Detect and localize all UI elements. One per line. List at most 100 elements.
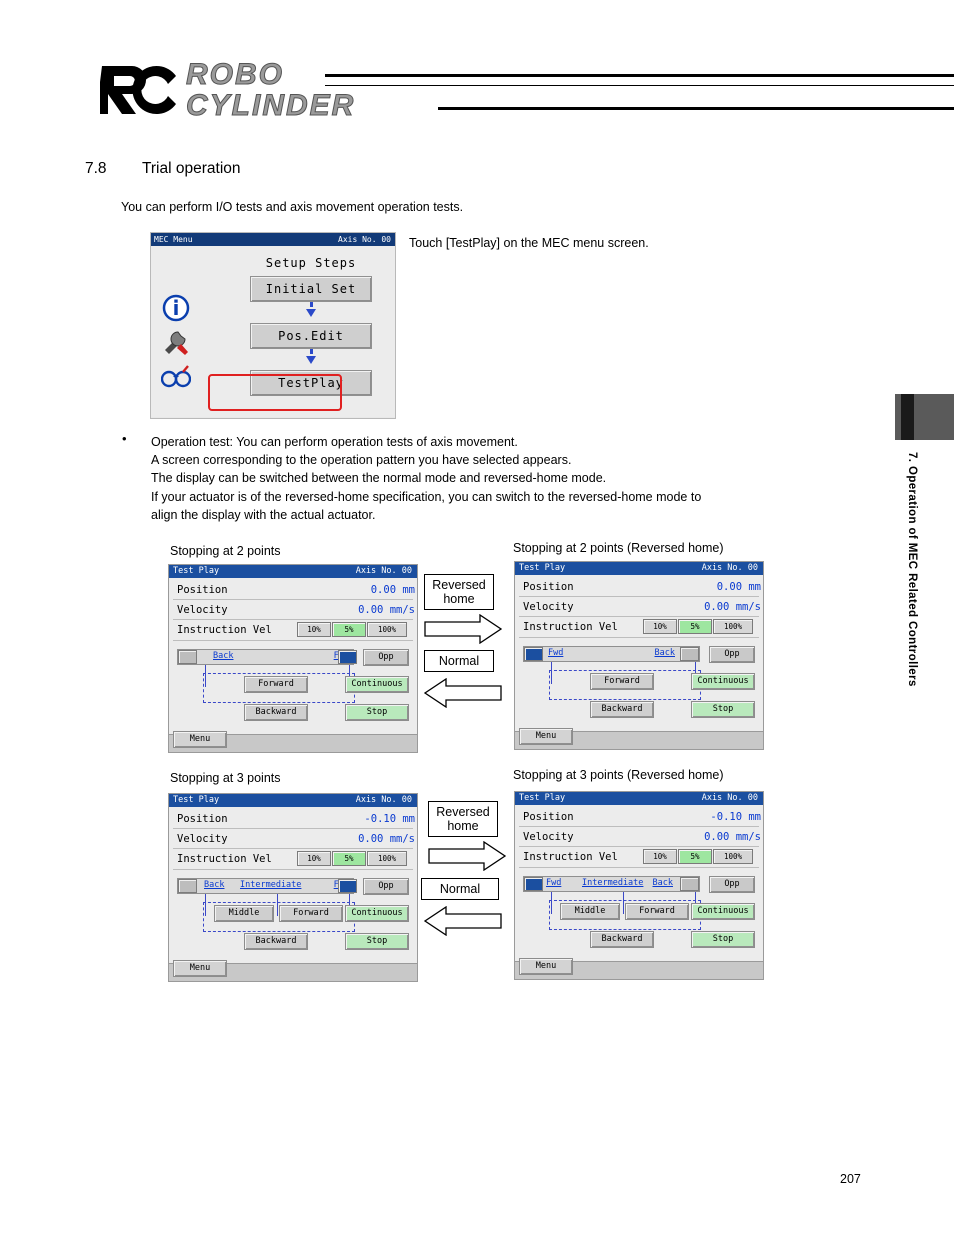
pct-button-100[interactable]: 100%	[713, 619, 753, 634]
row-position: Position -0.10 mm	[523, 811, 761, 823]
document-page: ROBO CYLINDER 7.8 Trial operation You ca…	[0, 0, 954, 1235]
divider-2	[173, 619, 413, 620]
button-backward[interactable]: Backward	[590, 931, 654, 948]
position-slider[interactable]: Back Intermediate Fwd	[177, 878, 357, 894]
slider-knob-right[interactable]	[338, 879, 357, 893]
slider-label-left: Fwd	[546, 878, 562, 888]
panel-title-bar: Test Play Axis No. 00	[515, 562, 763, 575]
button-continuous[interactable]: Continuous	[691, 673, 755, 690]
flow-arrow-stem-2	[309, 349, 313, 354]
panel-title-bar: Test Play Axis No. 00	[515, 792, 763, 805]
binoculars-icon[interactable]	[160, 362, 192, 390]
panel-three-points-normal: Test Play Axis No. 00 Position -0.10 mm …	[168, 793, 418, 982]
slider-label-middle: Intermediate	[582, 878, 644, 888]
arrow-to-normal-bottom-icon	[423, 905, 502, 937]
button-stop[interactable]: Stop	[691, 701, 755, 718]
pct-button-5[interactable]: 5%	[332, 622, 366, 637]
slider-knob-right[interactable]	[680, 877, 699, 891]
button-backward[interactable]: Backward	[244, 704, 308, 721]
pct-button-100[interactable]: 100%	[367, 851, 407, 866]
slider-label-left: Back	[204, 880, 225, 890]
button-backward[interactable]: Backward	[590, 701, 654, 718]
pct-button-10[interactable]: 10%	[297, 851, 331, 866]
button-menu[interactable]: Menu	[519, 958, 573, 975]
info-icon[interactable]	[161, 294, 191, 322]
button-menu[interactable]: Menu	[519, 728, 573, 745]
flow-arrow-2-icon	[306, 356, 316, 364]
divider-2	[173, 848, 413, 849]
pct-button-10[interactable]: 10%	[643, 849, 677, 864]
mec-menu-screen: MEC Menu Axis No. 00 Setup Steps Initial…	[150, 232, 396, 419]
slider-knob-left[interactable]	[178, 650, 197, 664]
row-position: Position 0.00 mm	[177, 584, 415, 596]
mec-button-initial-set[interactable]: Initial Set	[250, 276, 372, 302]
button-continuous[interactable]: Continuous	[691, 903, 755, 920]
wrench-icon[interactable]	[161, 328, 191, 356]
guide-vline-left	[205, 665, 206, 687]
button-opp[interactable]: Opp	[363, 878, 409, 895]
button-stop[interactable]: Stop	[691, 931, 755, 948]
pct-button-10[interactable]: 10%	[643, 619, 677, 634]
pct-button-100[interactable]: 100%	[367, 622, 407, 637]
label-instruction-vel: Instruction Vel	[177, 624, 272, 636]
mec-icon-column	[160, 294, 197, 396]
slider-knob-left[interactable]	[524, 877, 543, 891]
pct-button-100[interactable]: 100%	[713, 849, 753, 864]
panel-title-left: Test Play	[519, 563, 566, 573]
button-middle[interactable]: Middle	[560, 903, 620, 920]
divider-2	[519, 616, 759, 617]
value-velocity: 0.00 mm/s	[358, 604, 415, 616]
button-forward[interactable]: Forward	[244, 676, 308, 693]
position-slider[interactable]: Fwd Back	[523, 646, 700, 662]
row-instruction-vel: Instruction Vel	[177, 624, 272, 636]
touch-instruction: Touch [TestPlay] on the MEC menu screen.	[409, 236, 649, 250]
position-slider[interactable]: Fwd Intermediate Back	[523, 876, 700, 892]
brand-line-2: CYLINDER	[185, 89, 356, 122]
guide-vline-mid	[623, 892, 624, 914]
slider-knob-right[interactable]	[680, 647, 699, 661]
divider-1	[519, 826, 759, 827]
header-rule-mid	[325, 85, 954, 86]
button-menu[interactable]: Menu	[173, 731, 227, 748]
label-position: Position	[523, 581, 574, 593]
guide-vline-left	[551, 662, 552, 684]
pct-button-10[interactable]: 10%	[297, 622, 331, 637]
button-menu[interactable]: Menu	[173, 960, 227, 977]
button-stop[interactable]: Stop	[345, 704, 409, 721]
pct-button-5[interactable]: 5%	[678, 619, 712, 634]
slider-knob-left[interactable]	[178, 879, 197, 893]
pct-button-5[interactable]: 5%	[332, 851, 366, 866]
button-forward[interactable]: Forward	[590, 673, 654, 690]
row-instruction-vel: Instruction Vel	[523, 851, 618, 863]
brand-wordmark: ROBO CYLINDER	[185, 59, 356, 122]
slider-knob-left[interactable]	[524, 647, 543, 661]
position-slider[interactable]: Back Fwd	[177, 649, 357, 665]
button-stop[interactable]: Stop	[345, 933, 409, 950]
mec-body: Setup Steps Initial Set Pos.Edit TestPla…	[151, 246, 395, 417]
label-position: Position	[523, 811, 574, 823]
divider-2	[519, 846, 759, 847]
label-velocity: Velocity	[523, 831, 574, 843]
arrow-to-reversed-top-icon	[424, 613, 503, 645]
button-forward[interactable]: Forward	[625, 903, 689, 920]
slider-knob-right[interactable]	[338, 650, 357, 664]
button-opp[interactable]: Opp	[709, 876, 755, 893]
header-rule-top	[325, 74, 954, 77]
divider-3	[519, 637, 759, 638]
value-velocity: 0.00 mm/s	[704, 831, 761, 843]
label-velocity: Velocity	[177, 604, 228, 616]
button-forward[interactable]: Forward	[279, 905, 343, 922]
button-opp[interactable]: Opp	[363, 649, 409, 666]
pct-button-5[interactable]: 5%	[678, 849, 712, 864]
button-backward[interactable]: Backward	[244, 933, 308, 950]
button-continuous[interactable]: Continuous	[345, 905, 409, 922]
button-middle[interactable]: Middle	[214, 905, 274, 922]
section-number: 7.8	[85, 160, 107, 177]
value-position: 0.00 mm	[716, 581, 761, 593]
button-continuous[interactable]: Continuous	[345, 676, 409, 693]
header-rule-bottom	[438, 107, 954, 110]
label-normal-top: Normal	[424, 650, 494, 672]
label-instruction-vel: Instruction Vel	[523, 621, 618, 633]
button-opp[interactable]: Opp	[709, 646, 755, 663]
mec-button-pos-edit[interactable]: Pos.Edit	[250, 323, 372, 349]
